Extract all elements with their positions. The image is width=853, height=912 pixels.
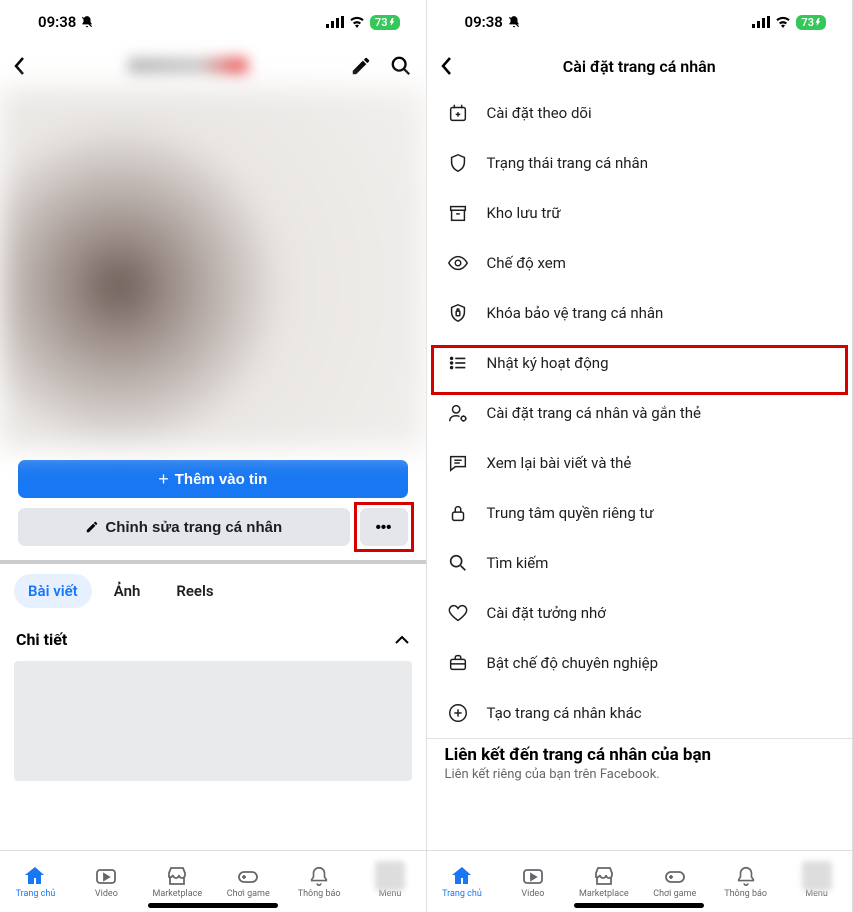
profile-actions: + Thêm vào tin Chỉnh sửa trang cá nhân •… bbox=[0, 448, 426, 546]
settings-item-label: Kho lưu trữ bbox=[487, 204, 561, 222]
lock-icon bbox=[445, 502, 471, 524]
settings-item-search[interactable]: Tìm kiếm bbox=[427, 538, 853, 588]
search-icon bbox=[445, 552, 471, 574]
details-placeholder bbox=[14, 661, 412, 781]
nav-notifications[interactable]: Thông báo bbox=[284, 851, 355, 912]
settings-item-label: Trung tâm quyền riêng tư bbox=[487, 504, 654, 522]
follow-plus-icon bbox=[445, 102, 471, 124]
settings-item-label: Cài đặt trang cá nhân và gắn thẻ bbox=[487, 404, 702, 422]
status-bar: 09:38 73 bbox=[427, 0, 853, 44]
shield-lock-icon bbox=[445, 302, 471, 324]
nav-menu[interactable]: Menu bbox=[355, 851, 426, 912]
settings-item-create-profile[interactable]: Tạo trang cá nhân khác bbox=[427, 688, 853, 738]
settings-item-memorialization[interactable]: Cài đặt tưởng nhớ bbox=[427, 588, 853, 638]
wifi-icon bbox=[775, 16, 791, 28]
settings-item-follow[interactable]: Cài đặt theo dõi bbox=[427, 88, 853, 138]
plus-circle-icon bbox=[445, 702, 471, 724]
settings-item-label: Tìm kiếm bbox=[487, 554, 549, 572]
bell-off-icon bbox=[507, 15, 521, 29]
wifi-icon bbox=[349, 16, 365, 28]
bottom-nav: Trang chủ Video Marketplace Chơi game Th… bbox=[427, 850, 853, 912]
settings-item-label: Cài đặt tưởng nhớ bbox=[487, 604, 606, 622]
nav-video[interactable]: Video bbox=[497, 851, 568, 912]
status-bar: 09:38 73 bbox=[0, 0, 426, 44]
settings-list: Cài đặt theo dõi Trạng thái trang cá nhâ… bbox=[427, 88, 853, 850]
nav-menu[interactable]: Menu bbox=[781, 851, 852, 912]
link-section-title: Liên kết đến trang cá nhân của bạn bbox=[445, 745, 835, 765]
settings-item-profile-tagging[interactable]: Cài đặt trang cá nhân và gắn thẻ bbox=[427, 388, 853, 438]
bottom-nav: Trang chủ Video Marketplace Chơi game Th… bbox=[0, 850, 426, 912]
settings-item-review-posts[interactable]: Xem lại bài viết và thẻ bbox=[427, 438, 853, 488]
settings-item-label: Bật chế độ chuyên nghiệp bbox=[487, 654, 659, 672]
cover-photo-blurred bbox=[0, 88, 426, 448]
profile-name-blurred bbox=[46, 54, 330, 78]
nav-home[interactable]: Trang chủ bbox=[427, 851, 498, 912]
home-indicator bbox=[148, 903, 278, 908]
message-icon bbox=[445, 452, 471, 474]
archive-icon bbox=[445, 202, 471, 224]
battery-indicator: 73 bbox=[370, 15, 400, 30]
profile-tabs: Bài viết Ảnh Reels bbox=[0, 564, 426, 618]
settings-item-profile-status[interactable]: Trạng thái trang cá nhân bbox=[427, 138, 853, 188]
highlight-box-more bbox=[354, 502, 414, 552]
chevron-up-icon bbox=[394, 635, 410, 645]
shield-icon bbox=[445, 152, 471, 174]
settings-item-lock-profile[interactable]: Khóa bảo vệ trang cá nhân bbox=[427, 288, 853, 338]
settings-item-label: Xem lại bài viết và thẻ bbox=[487, 454, 632, 472]
briefcase-icon bbox=[445, 652, 471, 674]
settings-item-label: Cài đặt theo dõi bbox=[487, 104, 592, 122]
edit-icon[interactable] bbox=[350, 55, 372, 77]
settings-item-label: Chế độ xem bbox=[487, 254, 566, 272]
settings-item-archive[interactable]: Kho lưu trữ bbox=[427, 188, 853, 238]
link-section-subtitle: Liên kết riêng của bạn trên Facebook. bbox=[445, 767, 835, 782]
settings-screen: 09:38 73 Cài đặt trang cá nhân Cài đặt t… bbox=[427, 0, 853, 912]
signal-icon bbox=[326, 16, 344, 28]
profile-header bbox=[0, 44, 426, 88]
nav-home[interactable]: Trang chủ bbox=[0, 851, 71, 912]
heart-icon bbox=[445, 602, 471, 624]
search-icon[interactable] bbox=[390, 55, 412, 77]
home-indicator bbox=[574, 903, 704, 908]
nav-notifications[interactable]: Thông báo bbox=[710, 851, 781, 912]
tab-photos[interactable]: Ảnh bbox=[100, 574, 155, 608]
back-button[interactable] bbox=[14, 56, 26, 76]
eye-icon bbox=[445, 252, 471, 274]
edit-profile-button[interactable]: Chỉnh sửa trang cá nhân bbox=[18, 508, 350, 546]
tab-posts[interactable]: Bài viết bbox=[14, 574, 92, 608]
profile-link-section[interactable]: Liên kết đến trang cá nhân của bạn Liên … bbox=[427, 739, 853, 800]
page-title: Cài đặt trang cá nhân bbox=[463, 57, 817, 76]
details-section-header[interactable]: Chi tiết bbox=[0, 618, 426, 661]
user-gear-icon bbox=[445, 402, 471, 424]
tab-reels[interactable]: Reels bbox=[162, 574, 227, 608]
add-to-story-button[interactable]: + Thêm vào tin bbox=[18, 460, 408, 498]
settings-item-view-as[interactable]: Chế độ xem bbox=[427, 238, 853, 288]
profile-screen: 09:38 73 + Thêm vào bbox=[0, 0, 427, 912]
signal-icon bbox=[752, 16, 770, 28]
back-button[interactable] bbox=[441, 56, 453, 76]
battery-indicator: 73 bbox=[796, 15, 826, 30]
settings-item-privacy-center[interactable]: Trung tâm quyền riêng tư bbox=[427, 488, 853, 538]
nav-video[interactable]: Video bbox=[71, 851, 142, 912]
bell-off-icon bbox=[80, 15, 94, 29]
status-time: 09:38 bbox=[38, 13, 76, 31]
settings-item-label: Trạng thái trang cá nhân bbox=[487, 154, 648, 172]
settings-item-professional-mode[interactable]: Bật chế độ chuyên nghiệp bbox=[427, 638, 853, 688]
settings-header: Cài đặt trang cá nhân bbox=[427, 44, 853, 88]
settings-item-label: Tạo trang cá nhân khác bbox=[487, 704, 642, 722]
status-time: 09:38 bbox=[465, 13, 503, 31]
highlight-box-activity-log bbox=[431, 345, 849, 395]
settings-item-label: Khóa bảo vệ trang cá nhân bbox=[487, 304, 664, 322]
